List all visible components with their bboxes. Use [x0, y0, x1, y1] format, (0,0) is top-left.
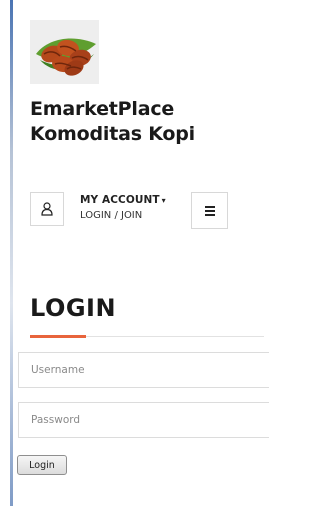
login-join-link[interactable]: LOGIN / JOIN	[80, 210, 166, 221]
login-button[interactable]: Login	[17, 455, 67, 475]
password-input[interactable]	[18, 402, 269, 438]
site-title-line1: EmarketPlace	[30, 98, 175, 120]
site-logo[interactable]	[30, 20, 99, 84]
my-account-menu[interactable]: MY ACCOUNT ▾ LOGIN / JOIN	[80, 194, 166, 221]
site-title[interactable]: EmarketPlace Komoditas Kopi	[30, 97, 260, 147]
user-account-button[interactable]	[30, 192, 64, 226]
my-account-dropdown[interactable]: MY ACCOUNT ▾	[80, 194, 166, 206]
hamburger-menu-icon	[205, 206, 215, 218]
login-heading: LOGIN	[30, 294, 117, 322]
user-icon	[41, 202, 53, 216]
site-title-line2: Komoditas Kopi	[30, 123, 195, 145]
coffee-beans-leaf-icon	[36, 38, 96, 76]
caret-down-icon: ▾	[161, 196, 166, 205]
my-account-label: MY ACCOUNT	[80, 194, 160, 206]
heading-divider	[86, 336, 264, 337]
username-input[interactable]	[18, 352, 269, 388]
left-border-strip	[10, 0, 13, 506]
menu-toggle-button[interactable]	[191, 192, 228, 229]
heading-accent-bar	[30, 335, 86, 338]
